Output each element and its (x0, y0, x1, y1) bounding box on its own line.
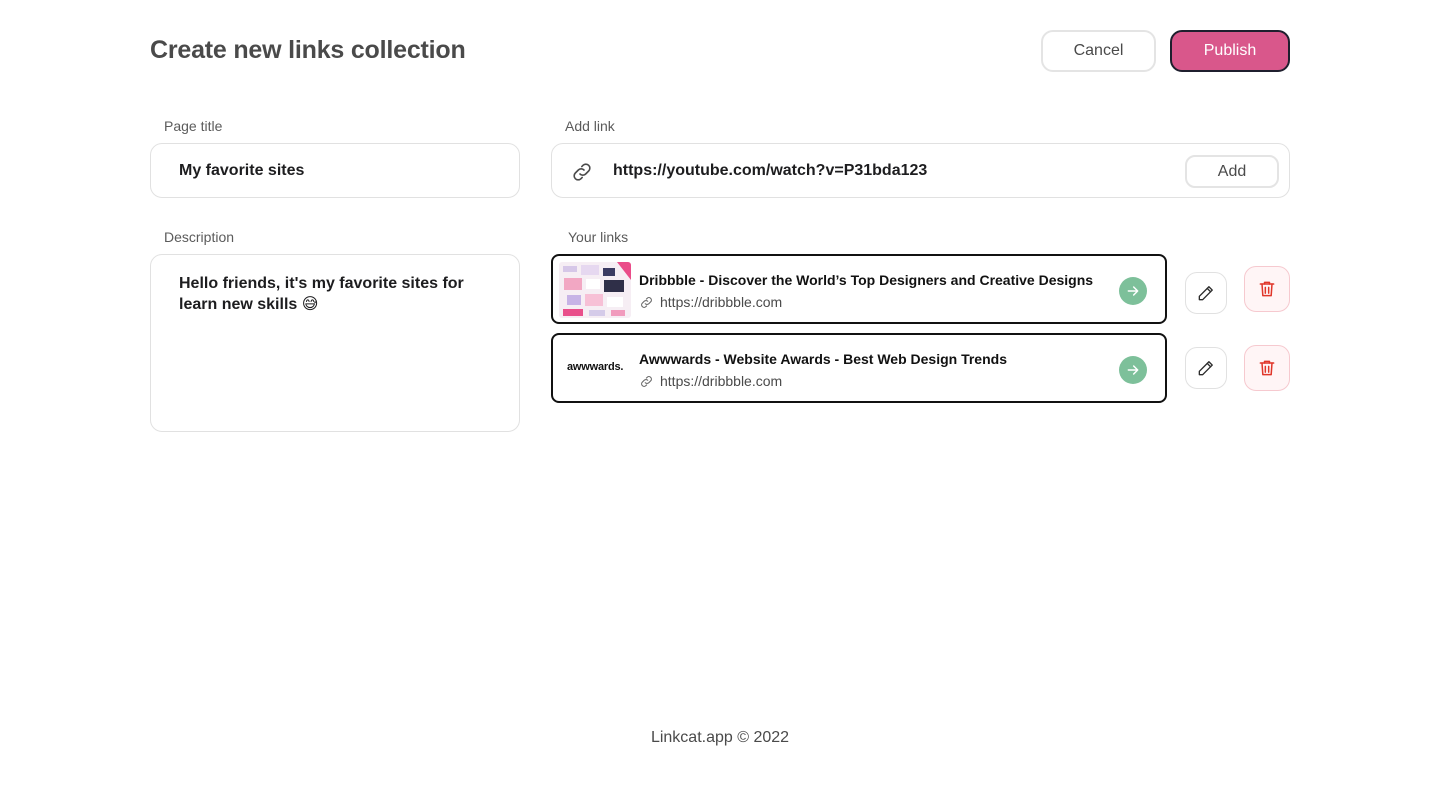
arrow-right-icon (1127, 286, 1139, 296)
add-link-label: Add link (565, 118, 615, 134)
link-url: https://dribbble.com (639, 373, 782, 389)
delete-link-button[interactable] (1244, 345, 1290, 391)
link-thumbnail (559, 262, 631, 318)
add-link-input[interactable]: https://youtube.com/watch?v=P31bda123 (613, 162, 927, 180)
link-icon (641, 375, 652, 387)
add-link-button[interactable]: Add (1185, 155, 1279, 188)
cancel-button[interactable]: Cancel (1041, 30, 1156, 72)
link-title: Dribbble - Discover the World’s Top Desi… (639, 272, 1094, 288)
link-title: Awwwards - Website Awards - Best Web Des… (639, 351, 1007, 367)
open-link-button[interactable] (1119, 277, 1147, 305)
edit-link-button[interactable] (1185, 272, 1227, 314)
description-label: Description (164, 229, 235, 245)
link-icon (570, 160, 594, 184)
link-thumbnail: awwwards. (559, 341, 631, 397)
publish-button[interactable]: Publish (1170, 30, 1290, 72)
pencil-icon (1198, 286, 1213, 301)
link-icon (641, 296, 652, 308)
link-card[interactable]: Dribbble - Discover the World’s Top Desi… (551, 254, 1167, 324)
footer-copyright: Linkcat.app © 2022 (650, 729, 790, 746)
pencil-icon (1198, 361, 1213, 376)
edit-link-button[interactable] (1185, 347, 1227, 389)
open-link-button[interactable] (1119, 356, 1147, 384)
trash-icon (1259, 360, 1275, 376)
page-title-input[interactable]: My favorite sites (150, 143, 520, 198)
page-title-label: Page title (164, 118, 223, 134)
link-url-text: https://dribbble.com (660, 294, 783, 310)
awwwards-logo: awwwards. (567, 361, 624, 373)
link-card[interactable]: awwwards. Awwwards - Website Awards - Be… (551, 333, 1167, 403)
arrow-right-icon (1127, 365, 1139, 375)
description-textarea[interactable]: Hello friends, it's my favorite sites fo… (150, 254, 520, 432)
delete-link-button[interactable] (1244, 266, 1290, 312)
add-link-field[interactable]: https://youtube.com/watch?v=P31bda123 Ad… (551, 143, 1290, 198)
trash-icon (1259, 281, 1275, 297)
link-url: https://dribbble.com (639, 294, 782, 310)
page-title: Create new links collection (150, 36, 466, 64)
your-links-label: Your links (568, 229, 629, 245)
link-url-text: https://dribbble.com (660, 373, 783, 389)
